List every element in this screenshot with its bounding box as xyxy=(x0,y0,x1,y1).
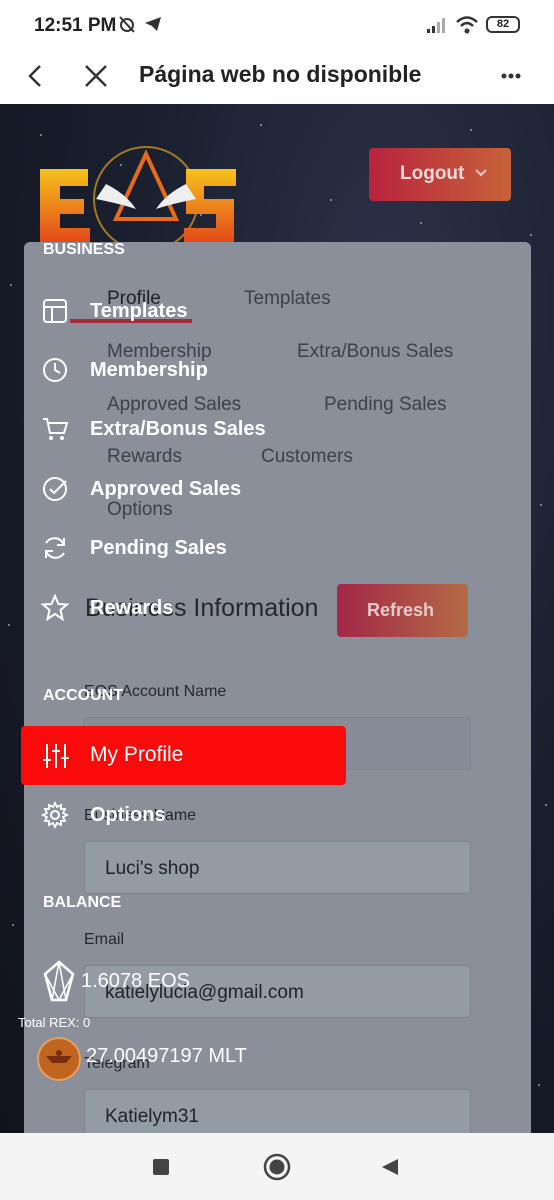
chevron-down-icon xyxy=(475,169,487,177)
close-icon[interactable] xyxy=(78,58,114,94)
clock-icon xyxy=(43,358,67,382)
sidebar-item-label: Rewards xyxy=(90,597,174,619)
back-icon[interactable] xyxy=(18,58,54,94)
account-heading: ACCOUNT xyxy=(43,687,123,704)
sidebar-item-label: Templates xyxy=(90,300,188,322)
sidebar-item-label: Approved Sales xyxy=(90,478,242,500)
recents-icon[interactable] xyxy=(152,1158,170,1176)
browser-bar: Página web no disponible xyxy=(0,50,554,104)
web-page: TEMPLATEOUS Logout Profile Templates Mem… xyxy=(0,104,554,1133)
status-time: 12:51 PM xyxy=(34,15,117,36)
sidebar-item-label: Membership xyxy=(90,359,208,381)
total-rex: Total REX: 0 xyxy=(18,1015,91,1030)
sidebar-item-templates[interactable]: Templates xyxy=(40,292,340,332)
eos-icon xyxy=(43,960,75,1002)
status-bar: 12:51 PM 82 xyxy=(0,0,554,50)
sidebar-item-membership[interactable]: Membership xyxy=(40,351,340,391)
check-circle-icon xyxy=(43,477,67,501)
sidebar-item-rewards[interactable]: Rewards xyxy=(40,589,340,629)
business-name-field[interactable]: Luci's shop xyxy=(84,841,471,894)
sidebar-item-label: Extra/Bonus Sales xyxy=(90,418,266,440)
telegram-value: Katielym31 xyxy=(105,1106,199,1127)
home-icon[interactable] xyxy=(263,1153,291,1181)
email-label: Email xyxy=(84,931,125,948)
mlt-balance: 27.00497197 MLT xyxy=(86,1045,247,1067)
refresh-label: Refresh xyxy=(367,600,435,620)
refresh-button[interactable]: Refresh xyxy=(337,584,468,637)
logout-button[interactable]: Logout xyxy=(369,148,511,201)
sidebar-item-pending-sales[interactable]: Pending Sales xyxy=(40,529,340,569)
eos-balance: 1.6078 EOS xyxy=(81,970,190,992)
business-heading: BUSINESS xyxy=(43,241,125,258)
sidebar-item-label: Options xyxy=(90,804,166,826)
signal-icon xyxy=(427,18,445,33)
cart-icon xyxy=(43,418,69,440)
sidebar-item-label: Pending Sales xyxy=(90,537,227,559)
layout-icon xyxy=(43,299,67,323)
browser-title: Página web no disponible xyxy=(139,61,422,87)
alarm-off-icon xyxy=(119,16,135,33)
mlt-coin-icon xyxy=(37,1037,81,1081)
business-name-value: Luci's shop xyxy=(105,858,200,879)
refresh-icon xyxy=(45,537,65,559)
sidebar-item-approved-sales[interactable]: Approved Sales xyxy=(40,470,340,510)
sliders-icon xyxy=(43,744,69,768)
balance-heading: BALANCE xyxy=(43,894,122,911)
more-options-icon[interactable] xyxy=(494,58,530,94)
gear-icon xyxy=(40,800,70,830)
sidebar-item-options[interactable]: Options xyxy=(40,796,340,836)
sidebar-item-extra-bonus-sales[interactable]: Extra/Bonus Sales xyxy=(40,410,340,450)
system-nav-bar xyxy=(0,1133,554,1200)
tab-pending-sales[interactable]: Pending Sales xyxy=(324,394,447,416)
wifi-icon xyxy=(456,16,478,34)
sidebar-item-label: My Profile xyxy=(90,743,184,766)
battery-indicator: 82 xyxy=(486,16,520,33)
logout-label: Logout xyxy=(400,163,465,184)
sidebar-item-my-profile[interactable]: My Profile xyxy=(21,726,346,785)
star-icon xyxy=(40,593,70,622)
telegram-icon xyxy=(145,17,161,31)
telegram-field[interactable]: Katielym31 xyxy=(84,1089,471,1133)
back-nav-icon[interactable] xyxy=(380,1157,400,1177)
